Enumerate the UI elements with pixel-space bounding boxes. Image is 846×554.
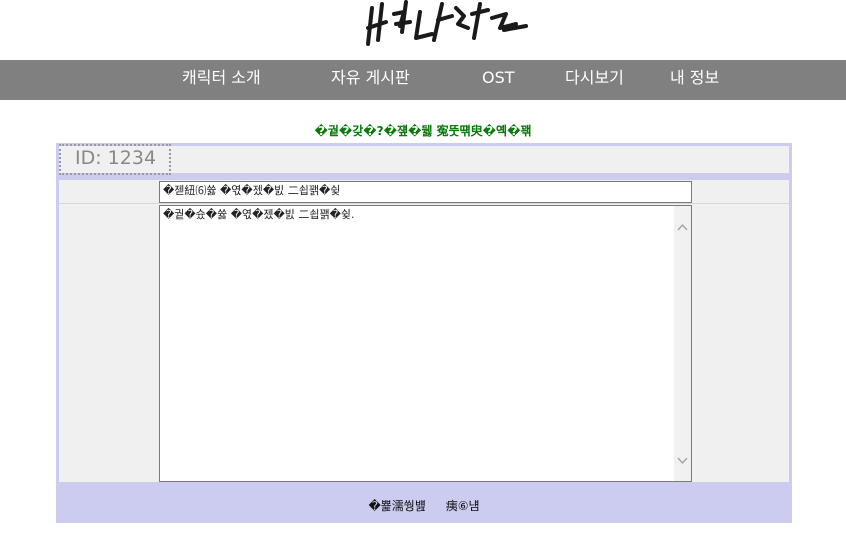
logo-signature-icon	[366, 0, 528, 46]
write-notice: �궡�갖�?�쟾�뒗 寃뚯떆臾�옉�꽦	[314, 124, 532, 138]
title-input[interactable]: �젣紐⑹쓣 �엯�젰�빐 二쇱꽭�슂	[159, 181, 692, 203]
nav-item-replay[interactable]: 다시보기	[565, 60, 624, 100]
post-write-form: ID: 1234 �젣紐⑹쓣 �엯�젰�빐 二쇱꽭�슂 �궡�슜�쓣 �엯�젰�…	[56, 143, 792, 523]
nav-item-my-info[interactable]: 내 정보	[670, 60, 719, 100]
content-textarea[interactable]: �궡�슜�쓣 �엯�젰�빐 二쇱꽭�슂.	[159, 205, 692, 482]
id-row: ID: 1234	[59, 144, 789, 175]
nav-item-free-board[interactable]: 자유 게시판	[331, 60, 410, 100]
content-text: �궡�슜�쓣 �엯�젰�빐 二쇱꽭�슂.	[163, 208, 355, 221]
upload-button[interactable]: �뾽濡쒕뱶	[368, 499, 425, 513]
main-navbar: 캐릭터 소개 자유 게시판 OST 다시보기 내 정보	[0, 60, 846, 100]
chevron-down-icon[interactable]	[677, 455, 688, 466]
form-actions: �뾽濡쒕뱶 痍⑥냼	[56, 482, 792, 523]
nav-item-ost[interactable]: OST	[482, 60, 515, 100]
form-buttons: �뾽濡쒕뱶 痍⑥냼	[360, 497, 487, 514]
cancel-button[interactable]: 痍⑥냼	[446, 499, 480, 513]
user-id-label: ID: 1234	[59, 144, 171, 175]
nav-item-characters[interactable]: 캐릭터 소개	[182, 60, 261, 100]
chevron-up-icon[interactable]	[677, 222, 688, 233]
site-logo[interactable]	[0, 0, 846, 60]
divider	[59, 203, 789, 204]
textarea-scrollbar[interactable]	[674, 206, 691, 481]
form-body: �젣紐⑹쓣 �엯�젰�빐 二쇱꽭�슂 �궡�슜�쓣 �엯�젰�빐 二쇱꽭�슂.	[59, 180, 789, 482]
